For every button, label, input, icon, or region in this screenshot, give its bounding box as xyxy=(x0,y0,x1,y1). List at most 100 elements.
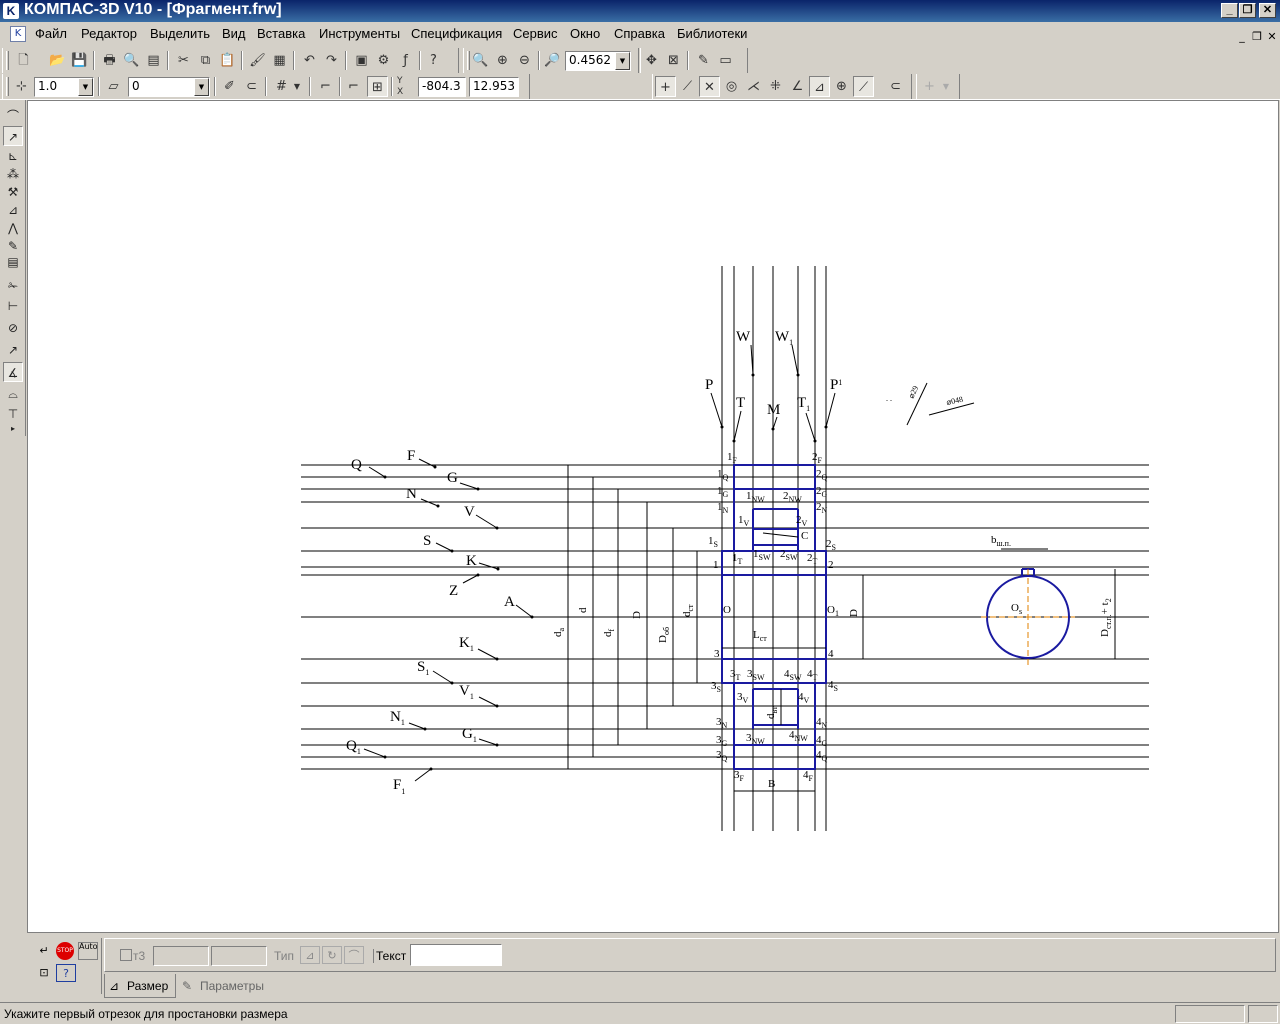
menu-window[interactable]: Окно xyxy=(570,26,600,41)
copy-icon[interactable]: ⧉ xyxy=(195,50,216,71)
enter-button[interactable]: ↵ xyxy=(34,942,54,960)
grid-icon[interactable]: # xyxy=(271,76,292,97)
zoom-in-icon[interactable]: ⊕ xyxy=(492,50,513,71)
mdi-close-icon[interactable]: ✕ xyxy=(1266,30,1278,43)
snap-angle-icon[interactable]: ∠ xyxy=(787,76,808,97)
snap-normal-icon[interactable]: ⋌ xyxy=(743,76,764,97)
print-icon[interactable]: 🖶 xyxy=(99,50,120,71)
format-painter-icon[interactable]: 🖌 xyxy=(247,50,268,71)
menu-insert[interactable]: Вставка xyxy=(257,26,305,41)
snap-point-on-curve-icon[interactable]: ⟋ xyxy=(853,76,874,97)
save-icon[interactable]: 💾 xyxy=(69,50,90,71)
redo-icon[interactable]: ↷ xyxy=(321,50,342,71)
snap-point-icon[interactable]: ⟋ xyxy=(677,76,698,97)
arc-dimension-icon[interactable]: ⌓ xyxy=(3,384,23,404)
menu-specification[interactable]: Спецификация xyxy=(411,26,502,41)
screen-icon[interactable]: ▭ xyxy=(715,50,736,71)
linear-dimension-icon[interactable]: ⊢ xyxy=(3,296,23,316)
radial-dimension-icon[interactable]: ↗ xyxy=(3,340,23,360)
snap-intersect-icon[interactable]: ✕ xyxy=(699,76,720,97)
new-document-icon[interactable]: 🗋 xyxy=(13,50,34,71)
close-button[interactable]: ✕ xyxy=(1259,3,1276,18)
refresh-icon[interactable]: ✎ xyxy=(693,50,714,71)
chevron-right-icon[interactable]: ▸ xyxy=(3,424,23,434)
drawing-canvas[interactable]: Q F G N V S K Z A K1 S1 V1 N1 G1 Q1 F1 P… xyxy=(27,100,1279,933)
ortho-icon[interactable]: ⌐ xyxy=(343,76,364,97)
snap-magnet-icon[interactable]: ⊂ xyxy=(241,76,262,97)
zoom-out-icon[interactable]: ⊖ xyxy=(514,50,535,71)
tab-parameters[interactable]: ✎ Параметры xyxy=(178,974,270,998)
auto-dimension-icon[interactable]: ✁ xyxy=(3,276,23,296)
local-cs-icon[interactable]: ⌐ xyxy=(315,76,336,97)
coord-y-field[interactable]: 12.953 xyxy=(469,77,519,97)
chevron-down-icon[interactable]: ▼ xyxy=(78,78,93,96)
menu-select[interactable]: Выделить xyxy=(150,26,210,41)
properties-icon[interactable]: ▤ xyxy=(143,50,164,71)
manager-icon[interactable]: ▣ xyxy=(351,50,372,71)
spec-icon[interactable]: ▤ xyxy=(3,252,23,272)
zoom-scale-icon[interactable]: 🔎 xyxy=(542,50,563,71)
menu-service[interactable]: Сервис xyxy=(513,26,558,41)
cut-icon[interactable]: ✂ xyxy=(173,50,194,71)
help-icon[interactable]: ? xyxy=(56,964,76,982)
menu-help[interactable]: Справка xyxy=(614,26,665,41)
snap-magnet-icon[interactable]: ⊂ xyxy=(885,76,906,97)
print-preview-icon[interactable]: 🔍 xyxy=(121,50,142,71)
select-icon[interactable]: ⋀ xyxy=(3,218,23,238)
round-icon[interactable]: ⊞ xyxy=(367,76,388,97)
snap-local-icon[interactable]: ✐ xyxy=(219,76,240,97)
menu-tools[interactable]: Инструменты xyxy=(319,26,400,41)
menu-file[interactable]: Файл xyxy=(35,26,67,41)
parametrization-icon[interactable]: ⚒ xyxy=(3,182,23,202)
snap-tangent-icon[interactable]: ◎ xyxy=(721,76,742,97)
document-icon[interactable]: K xyxy=(10,26,26,42)
diameter-dimension-icon[interactable]: ⊘ xyxy=(3,318,23,338)
object-icon[interactable]: ⊡ xyxy=(34,964,54,982)
chevron-down-icon[interactable]: ▼ xyxy=(194,78,209,96)
text-input[interactable] xyxy=(410,944,502,966)
undo-icon[interactable]: ↶ xyxy=(299,50,320,71)
chevron-down-icon[interactable]: ▼ xyxy=(615,52,630,70)
dimensions-icon[interactable]: ↗ xyxy=(3,126,23,146)
geometry-icon[interactable]: ⌒ xyxy=(3,106,23,126)
dim-Dst: Dоб xyxy=(657,627,671,643)
t3-checkbox[interactable] xyxy=(120,949,132,961)
snap-nearest-icon[interactable]: + xyxy=(655,76,676,97)
stop-button[interactable]: STOP xyxy=(56,942,74,960)
open-folder-icon[interactable]: 📂 xyxy=(47,50,68,71)
help-pointer-icon[interactable]: ? xyxy=(423,50,444,71)
mdi-restore-icon[interactable]: ❐ xyxy=(1251,30,1263,43)
measure-icon[interactable]: ⊿ xyxy=(3,200,23,220)
minimize-button[interactable]: _ xyxy=(1221,3,1238,18)
angular-dimension-icon[interactable]: ∡ xyxy=(3,362,23,382)
coord-x-field[interactable]: -804.3 xyxy=(418,77,466,97)
menu-libraries[interactable]: Библиотеки xyxy=(677,26,747,41)
toolbar-grip[interactable] xyxy=(6,51,9,70)
maximize-button[interactable]: ❐ xyxy=(1239,3,1256,18)
mdi-minimize-icon[interactable]: _ xyxy=(1236,30,1248,43)
auto-button[interactable]: Auto xyxy=(78,942,98,960)
edit-icon[interactable]: ⁂ xyxy=(3,164,23,184)
document-manager-icon[interactable]: ▦ xyxy=(269,50,290,71)
toolbar-grip[interactable] xyxy=(6,77,9,96)
show-all-icon[interactable]: ⊠ xyxy=(663,50,684,71)
symbols-icon[interactable]: ⊾ xyxy=(3,146,23,166)
height-dimension-icon[interactable]: ⊤ xyxy=(3,404,23,424)
chevron-down-icon[interactable]: ▼ xyxy=(291,76,303,97)
line-width-combo[interactable]: 1.0 ▼ xyxy=(34,77,94,97)
tab-size[interactable]: ⊿ Размер xyxy=(104,974,176,998)
library-icon[interactable]: ⚙ xyxy=(373,50,394,71)
paste-icon[interactable]: 📋 xyxy=(217,50,238,71)
snap-center-icon[interactable]: ⊕ xyxy=(831,76,852,97)
zoom-window-icon[interactable]: 🔍 xyxy=(470,50,491,71)
menu-view[interactable]: Вид xyxy=(222,26,246,41)
zoom-combo[interactable]: 0.4562 ▼ xyxy=(565,51,631,71)
menu-editor[interactable]: Редактор xyxy=(81,26,137,41)
step-icon[interactable]: ⊹ xyxy=(11,76,32,97)
layer-combo[interactable]: 0 ▼ xyxy=(128,77,210,97)
snap-middle-icon[interactable]: ⊿ xyxy=(809,76,830,97)
snap-grid-icon[interactable]: ⁜ xyxy=(765,76,786,97)
pan-icon[interactable]: ✥ xyxy=(641,50,662,71)
layers-icon[interactable]: ▱ xyxy=(103,76,124,97)
variables-icon[interactable]: ƒ xyxy=(395,50,416,71)
